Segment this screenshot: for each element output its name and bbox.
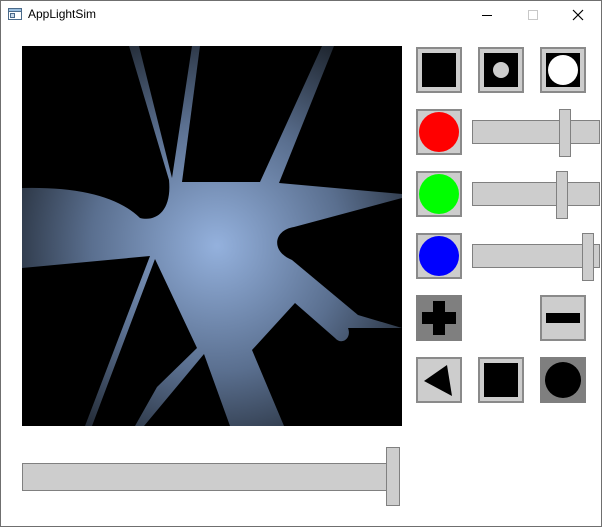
close-icon (572, 9, 584, 20)
red-channel-button[interactable] (416, 109, 462, 155)
app-window: AppLightSim (0, 0, 602, 527)
red-slider-thumb[interactable] (559, 109, 571, 157)
small-light-button[interactable] (478, 47, 524, 93)
plus-icon (422, 301, 456, 335)
green-circle-icon (419, 174, 459, 214)
red-slider-track[interactable] (472, 120, 600, 144)
green-slider-track[interactable] (472, 182, 600, 206)
circle-shape-icon (545, 362, 581, 398)
blue-channel-button[interactable] (416, 233, 462, 279)
red-circle-icon (419, 112, 459, 152)
circle-shape-button[interactable] (540, 357, 586, 403)
main-slider-thumb[interactable] (386, 447, 400, 506)
triangle-shape-button[interactable] (416, 357, 462, 403)
add-button[interactable] (416, 295, 462, 341)
light-simulation-canvas[interactable] (22, 46, 402, 426)
light-off-button[interactable] (416, 47, 462, 93)
minimize-icon (482, 14, 492, 16)
maximize-button[interactable] (510, 1, 556, 28)
large-light-icon (546, 53, 580, 87)
close-button[interactable] (555, 1, 601, 28)
small-light-icon (484, 53, 518, 87)
blue-slider-thumb[interactable] (582, 233, 595, 281)
blue-slider-track[interactable] (472, 244, 600, 268)
blue-circle-icon (419, 236, 459, 276)
title-bar[interactable]: AppLightSim (1, 1, 601, 28)
window-title: AppLightSim (28, 7, 97, 21)
square-shape-button[interactable] (478, 357, 524, 403)
maximize-icon (528, 9, 538, 20)
minimize-button[interactable] (464, 1, 510, 28)
square-shape-icon (484, 363, 518, 397)
large-light-button[interactable] (540, 47, 586, 93)
green-channel-button[interactable] (416, 171, 462, 217)
triangle-shape-icon (424, 365, 452, 396)
main-slider-track[interactable] (22, 463, 400, 491)
app-window-icon (8, 8, 22, 20)
green-slider-thumb[interactable] (555, 171, 568, 219)
light-off-icon (422, 53, 456, 87)
remove-button[interactable] (540, 295, 586, 341)
minus-icon (546, 313, 580, 323)
